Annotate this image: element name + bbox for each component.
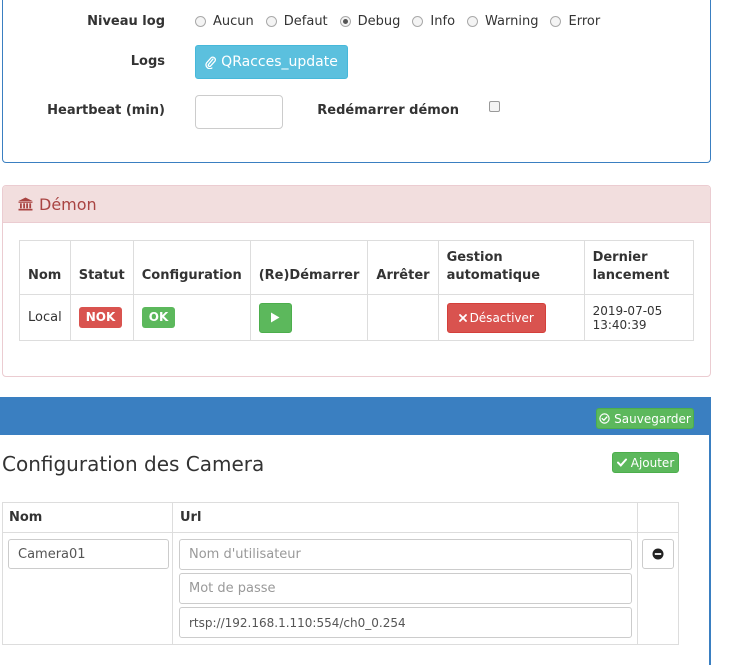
col-gestion-automatique: Gestion automatique [437,240,585,295]
restart-daemon-button[interactable] [258,302,292,333]
daemon-row-local: Local NOK OK Désactiver 2019-07-05 13:40… [19,294,695,341]
radio-icon[interactable] [195,16,206,27]
daemon-panel: Démon Nom Statut Configuration (Re)Démar… [2,185,711,377]
daemon-table-header: Nom Statut Configuration (Re)Démarrer Ar… [19,240,695,295]
configuration-badge: OK [141,307,176,328]
remove-camera-button[interactable] [642,539,674,569]
radio-checked-icon[interactable] [339,16,351,27]
col-redemarrer: (Re)Démarrer [249,240,369,295]
status-badge: NOK [78,307,123,328]
radio-icon[interactable] [265,16,277,27]
table-header-divider [3,532,678,533]
col-camera-url: Url [180,510,202,525]
daemon-config-cell: OK [132,294,251,341]
check-circle-icon [599,413,610,424]
camera-url-input[interactable]: rtsp://192.168.1.110:554/ch0_0.254 [179,607,632,638]
camera-table: Nom Url Camera01 Nom d'utilisateur Mot d… [2,502,679,645]
table-divider [172,503,173,644]
col-configuration: Configuration [132,240,251,295]
log-level-option-error[interactable]: Error [550,14,600,29]
logs-label: Logs [130,54,165,69]
camera-name-input[interactable]: Camera01 [8,539,169,569]
radio-icon[interactable] [467,16,479,27]
daemon-status-cell: NOK [69,294,134,341]
minus-circle-icon [652,548,664,560]
camera-username-input[interactable]: Nom d'utilisateur [179,539,632,570]
col-nom: Nom [19,240,71,295]
daemon-last-launch: 2019-07-05 13:40:39 [583,294,695,341]
paperclip-icon [205,56,217,69]
add-camera-button[interactable]: Ajouter [612,452,679,473]
col-camera-nom: Nom [9,510,43,525]
log-level-option-aucun[interactable]: Aucun [195,14,254,29]
daemon-auto-cell: Désactiver [437,294,585,341]
daemon-title: Démon [39,194,97,214]
logs-file-button[interactable]: QRacces_update [195,45,348,79]
play-icon [271,312,280,323]
camera-config-title: Configuration des Camera [2,452,265,476]
deactivate-auto-button[interactable]: Désactiver [446,302,546,333]
daemon-name: Local [19,294,71,341]
table-divider [637,503,638,644]
daemon-table: Nom Statut Configuration (Re)Démarrer Ar… [19,240,695,341]
heartbeat-input[interactable] [195,95,283,129]
bank-icon [18,197,33,211]
log-level-option-info[interactable]: Info [412,14,455,29]
panel-border [709,435,711,665]
daemon-restart-cell [249,294,369,341]
radio-icon[interactable] [412,16,424,27]
log-level-radio-group: Aucun Defaut Debug Info Warning Error [195,14,612,29]
col-statut: Statut [69,240,134,295]
log-level-option-defaut[interactable]: Defaut [265,14,328,29]
restart-daemon-checkbox[interactable] [489,101,500,112]
log-level-option-debug[interactable]: Debug [339,14,400,29]
heartbeat-label: Heartbeat (min) [47,103,165,118]
close-icon [458,313,467,322]
log-level-label: Niveau log [87,14,165,29]
col-dernier-lancement: Dernier lancement [583,240,695,295]
log-level-option-warning[interactable]: Warning [467,14,538,29]
save-button[interactable]: Sauvegarder [596,408,694,429]
camera-password-input[interactable]: Mot de passe [179,573,632,604]
restart-daemon-label: Redémarrer démon [317,103,459,118]
check-icon [616,458,627,467]
col-arreter: Arrêter [367,240,439,295]
radio-icon[interactable] [550,16,562,27]
daemon-stop-cell [367,294,439,341]
daemon-panel-heading: Démon [3,186,710,223]
